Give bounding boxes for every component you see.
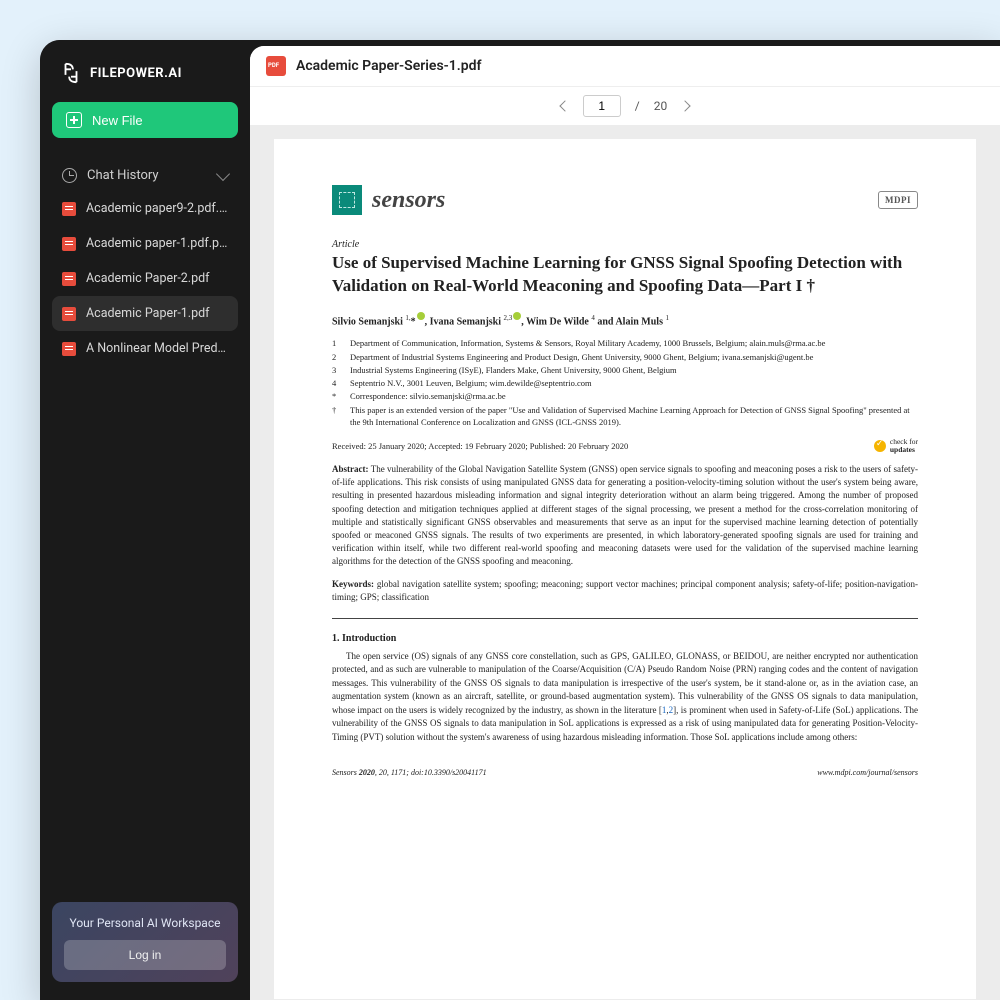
filepower-logo-icon: [60, 62, 82, 84]
affiliation-marker: *: [332, 390, 342, 402]
affiliation-marker: †: [332, 404, 342, 429]
new-file-label: New File: [92, 113, 143, 128]
check-icon: [874, 440, 886, 452]
file-item-label: Academic paper-1.pdf.pdf: [86, 236, 228, 251]
journal-name: sensors: [372, 187, 445, 214]
section-1-heading: 1. Introduction: [332, 633, 918, 644]
paper-page-1: sensors MDPI Article Use of Supervised M…: [274, 139, 976, 999]
pdf-file-icon: [266, 56, 286, 76]
footer-journal-url: www.mdpi.com/journal/sensors: [817, 768, 918, 777]
login-button[interactable]: Log in: [64, 940, 226, 970]
chevron-down-icon: [216, 166, 230, 180]
workspace-tagline: Your Personal AI Workspace: [64, 916, 226, 930]
keywords: Keywords: global navigation satellite sy…: [332, 578, 918, 604]
sidebar: FILEPOWER.AI New File Chat History Acade…: [40, 40, 250, 1000]
publisher-badge: MDPI: [878, 191, 918, 209]
section-divider: [332, 618, 918, 619]
brand-name: FILEPOWER.AI: [90, 66, 182, 81]
pdf-icon: [62, 272, 76, 286]
orcid-icon: [513, 312, 521, 320]
affiliation-marker: 1: [332, 337, 342, 349]
affiliation-text: This paper is an extended version of the…: [350, 404, 918, 429]
sensors-logo-icon: [332, 185, 362, 215]
pdf-icon: [62, 307, 76, 321]
pdf-icon: [62, 342, 76, 356]
new-file-button[interactable]: New File: [52, 102, 238, 138]
affiliation-text: Septentrio N.V., 3001 Leuven, Belgium; w…: [350, 377, 592, 389]
affiliations-block: 1 Department of Communication, Informatio…: [332, 337, 918, 428]
journal-header: sensors MDPI: [332, 185, 918, 215]
brand-logo: FILEPOWER.AI: [52, 58, 238, 102]
page-navigator: / 20: [250, 87, 1000, 125]
affiliation-marker: 2: [332, 351, 342, 363]
sidebar-file-item[interactable]: Academic Paper-2.pdf: [52, 261, 238, 296]
file-item-label: A Nonlinear Model Predi...: [86, 341, 228, 356]
chat-history-label: Chat History: [87, 168, 159, 183]
affiliation-marker: 3: [332, 364, 342, 376]
affiliation-marker: 4: [332, 377, 342, 389]
prev-page-button[interactable]: [559, 100, 570, 111]
file-item-label: Academic Paper-2.pdf: [86, 271, 210, 286]
pdf-viewer: Academic Paper-Series-1.pdf / 20 sensors…: [250, 46, 1000, 1000]
file-item-label: Academic paper9-2.pdf....: [86, 201, 228, 216]
affiliation-text: Correspondence: silvio.semanjski@rma.ac.…: [350, 390, 506, 402]
plus-icon: [66, 112, 82, 128]
article-type-label: Article: [332, 239, 918, 250]
sidebar-file-item[interactable]: Academic Paper-1.pdf: [52, 296, 238, 331]
history-icon: [62, 168, 77, 183]
chat-history-toggle[interactable]: Chat History: [52, 160, 238, 191]
open-file-title: Academic Paper-Series-1.pdf: [296, 58, 482, 74]
file-list: Academic paper9-2.pdf.... Academic paper-…: [52, 191, 238, 366]
sidebar-file-item[interactable]: Academic paper-1.pdf.pdf: [52, 226, 238, 261]
sidebar-file-item[interactable]: Academic paper9-2.pdf....: [52, 191, 238, 226]
viewer-header: Academic Paper-Series-1.pdf: [250, 46, 1000, 87]
author-list: Silvio Semanjski 1,*, Ivana Semanjski 2,…: [332, 312, 918, 327]
pdf-icon: [62, 237, 76, 251]
section-1-body: The open service (OS) signals of any GNS…: [332, 650, 918, 745]
orcid-icon: [417, 312, 425, 320]
page-scroll-area[interactable]: sensors MDPI Article Use of Supervised M…: [250, 125, 1000, 1000]
sidebar-footer-card: Your Personal AI Workspace Log in: [52, 902, 238, 982]
abstract: Abstract: The vulnerability of the Globa…: [332, 463, 918, 567]
file-item-label: Academic Paper-1.pdf: [86, 306, 210, 321]
paper-title: Use of Supervised Machine Learning for G…: [332, 252, 918, 298]
affiliation-text: Industrial Systems Engineering (ISyE), F…: [350, 364, 677, 376]
affiliation-text: Department of Communication, Information…: [350, 337, 825, 349]
page-number-input[interactable]: [583, 95, 621, 117]
paper-footer: Sensors 2020, 20, 1171; doi:10.3390/s200…: [332, 768, 918, 777]
affiliation-text: Department of Industrial Systems Enginee…: [350, 351, 813, 363]
next-page-button[interactable]: [680, 100, 691, 111]
footer-citation: Sensors 2020, 20, 1171; doi:10.3390/s200…: [332, 768, 487, 777]
publication-dates: Received: 25 January 2020; Accepted: 19 …: [332, 441, 628, 451]
pdf-icon: [62, 202, 76, 216]
sidebar-file-item[interactable]: A Nonlinear Model Predi...: [52, 331, 238, 366]
check-updates-badge[interactable]: check forupdates: [874, 438, 918, 453]
page-separator: /: [635, 99, 640, 113]
app-window: FILEPOWER.AI New File Chat History Acade…: [40, 40, 1000, 1000]
total-pages: 20: [654, 99, 668, 113]
